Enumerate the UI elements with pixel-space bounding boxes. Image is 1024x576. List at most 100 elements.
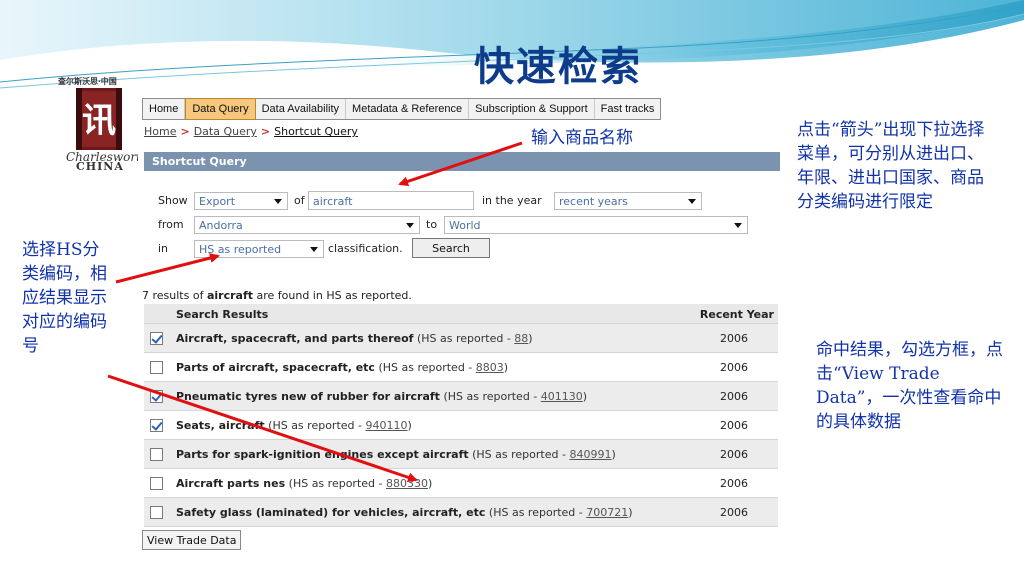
- row-class: (HS as reported -: [439, 390, 541, 403]
- nav-tab-home[interactable]: Home: [143, 99, 186, 119]
- partner-select[interactable]: World: [444, 216, 748, 234]
- row-year: 2006: [720, 419, 748, 432]
- result-term: aircraft: [206, 289, 253, 302]
- logo-glyph: 讯: [82, 101, 116, 141]
- classification-select[interactable]: HS as reported: [194, 240, 324, 258]
- charlesworth-logo: 讯: [76, 88, 122, 150]
- classification-value: HS as reported: [199, 243, 282, 256]
- chevron-down-icon: [734, 223, 742, 228]
- from-label: from: [158, 218, 184, 231]
- breadcrumb-separator: >: [180, 125, 190, 138]
- row-code-link[interactable]: 8803: [476, 361, 504, 374]
- year-value: recent years: [559, 195, 628, 208]
- reporter-select[interactable]: Andorra: [194, 216, 420, 234]
- chevron-down-icon: [310, 247, 318, 252]
- logo-country: CHINA: [76, 160, 124, 173]
- table-row: Safety glass (laminated) for vehicles, a…: [144, 498, 778, 527]
- row-name: Parts of aircraft, spacecraft, etc: [176, 361, 375, 374]
- nav-tab-metadata-reference[interactable]: Metadata & Reference: [346, 99, 470, 119]
- row-class: (HS as reported -: [485, 506, 587, 519]
- breadcrumb-shortcut-query[interactable]: Shortcut Query: [274, 125, 358, 138]
- annotation-dropdown-note: 点击“箭头”出现下拉选择菜单，可分别从进出口、年限、进出口国家、商品分类编码进行…: [797, 120, 985, 212]
- table-row: Parts for spark-ignition engines except …: [144, 440, 778, 469]
- row-class: (HS as reported -: [285, 477, 386, 490]
- results-table: Search Results Recent Year Aircraft, spa…: [144, 304, 778, 527]
- of-label: of: [294, 194, 305, 207]
- row-checkbox[interactable]: [150, 361, 163, 374]
- row-year: 2006: [720, 390, 748, 403]
- top-nav: Home Data Query Data Availability Metada…: [142, 98, 662, 120]
- chevron-down-icon: [688, 199, 696, 204]
- nav-tab-data-query[interactable]: Data Query: [185, 98, 256, 120]
- col-recent-year: Recent Year: [699, 308, 774, 321]
- breadcrumb: Home > Data Query > Shortcut Query: [144, 125, 358, 138]
- row-checkbox[interactable]: [150, 419, 163, 432]
- row-year: 2006: [720, 506, 748, 519]
- chevron-down-icon: [406, 223, 414, 228]
- commodity-input[interactable]: aircraft: [308, 191, 474, 210]
- table-row: Seats, aircraft (HS as reported - 940110…: [144, 411, 778, 440]
- annotation-input-hint: 输入商品名称: [531, 128, 633, 148]
- row-class: (HS as reported -: [264, 419, 366, 432]
- row-checkbox[interactable]: [150, 332, 163, 345]
- table-row: Pneumatic tyres new of rubber for aircra…: [144, 382, 778, 411]
- nav-tab-data-availability[interactable]: Data Availability: [256, 99, 347, 119]
- row-checkbox[interactable]: [150, 506, 163, 519]
- year-select[interactable]: recent years: [554, 192, 702, 210]
- row-class: (HS as reported -: [468, 448, 570, 461]
- row-checkbox[interactable]: [150, 477, 163, 490]
- row-year: 2006: [720, 332, 748, 345]
- row-class: (HS as reported -: [413, 332, 515, 345]
- results-header: Search Results Recent Year: [144, 304, 778, 324]
- row-checkbox[interactable]: [150, 448, 163, 461]
- show-label: Show: [158, 194, 188, 207]
- trade-flow-value: Export: [199, 195, 236, 208]
- in-label: in: [158, 242, 169, 255]
- row-name: Parts for spark-ignition engines except …: [176, 448, 469, 461]
- search-button[interactable]: Search: [412, 238, 490, 258]
- row-name: Seats, aircraft: [176, 419, 265, 432]
- section-title-bar: Shortcut Query: [144, 152, 780, 171]
- nav-tab-subscription-support[interactable]: Subscription & Support: [469, 99, 595, 119]
- row-year: 2006: [720, 361, 748, 374]
- result-summary-pre: results of: [149, 289, 207, 302]
- reporter-value: Andorra: [199, 219, 243, 232]
- row-code-link[interactable]: 940110: [365, 419, 407, 432]
- col-search-results: Search Results: [176, 308, 269, 321]
- row-name: Pneumatic tyres new of rubber for aircra…: [176, 390, 440, 403]
- breadcrumb-home[interactable]: Home: [144, 125, 176, 138]
- row-checkbox[interactable]: [150, 390, 163, 403]
- trade-flow-select[interactable]: Export: [194, 192, 288, 210]
- chevron-down-icon: [274, 199, 282, 204]
- breadcrumb-data-query[interactable]: Data Query: [194, 125, 257, 138]
- screenshot-panel: Home Data Query Data Availability Metada…: [138, 92, 782, 576]
- row-code-link[interactable]: 88: [514, 332, 528, 345]
- nav-tab-fast-tracks[interactable]: Fast tracks: [595, 99, 661, 119]
- row-code-link[interactable]: 840991: [569, 448, 611, 461]
- partner-value: World: [449, 219, 481, 232]
- row-name: Aircraft, spacecraft, and parts thereof: [176, 332, 414, 345]
- shortcut-query-form: Show Export of aircraft in the year rece…: [144, 182, 780, 272]
- annotation-results-note: 命中结果，勾选方框，点击“View Trade Data”，一次性查看命中的具体…: [816, 340, 1003, 432]
- row-class: (HS as reported -: [374, 361, 476, 374]
- breadcrumb-separator: >: [260, 125, 271, 138]
- classification-suffix: classification.: [328, 242, 403, 255]
- row-code-link[interactable]: 401130: [541, 390, 583, 403]
- result-summary: 7 results of aircraft are found in HS as…: [142, 289, 412, 302]
- row-year: 2006: [720, 448, 748, 461]
- annotation-left-note: 选择HS分类编码，相应结果显示对应的编码号: [22, 240, 107, 356]
- row-name: Aircraft parts nes: [176, 477, 286, 490]
- to-label: to: [426, 218, 438, 231]
- view-trade-data-button[interactable]: View Trade Data: [142, 530, 242, 550]
- year-label: in the year: [482, 194, 542, 207]
- row-code-link[interactable]: 880330: [386, 477, 428, 490]
- logo-caption: 查尔斯沃思·中国: [58, 76, 117, 86]
- slide-title: 快速检索: [474, 43, 642, 90]
- row-code-link[interactable]: 700721: [586, 506, 628, 519]
- table-row: Aircraft, spacecraft, and parts thereof …: [144, 324, 778, 353]
- row-name: Safety glass (laminated) for vehicles, a…: [176, 506, 486, 519]
- table-row: Aircraft parts nes (HS as reported - 880…: [144, 469, 778, 498]
- table-row: Parts of aircraft, spacecraft, etc (HS a…: [144, 353, 778, 382]
- result-summary-post: are found in HS as reported.: [252, 289, 412, 302]
- row-year: 2006: [720, 477, 748, 490]
